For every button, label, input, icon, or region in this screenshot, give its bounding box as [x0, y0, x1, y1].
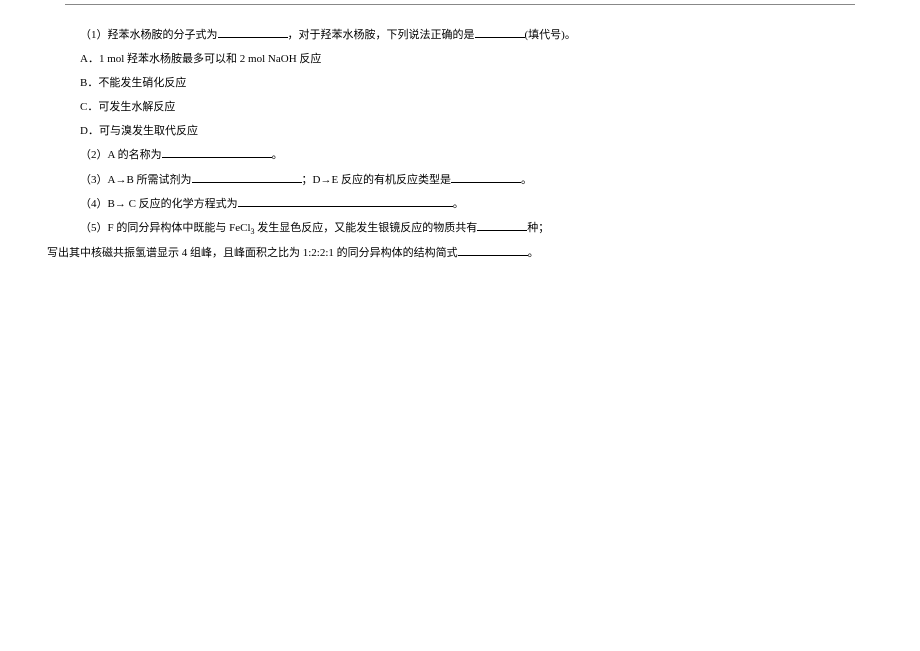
- q4-prefix: （4）B→ C 反应的化学方程式为: [80, 198, 238, 210]
- q4-suffix: 。: [453, 198, 464, 210]
- blank-count: [477, 220, 527, 231]
- q3-prefix: （3）A→B 所需试剂为: [80, 174, 192, 186]
- blank-equation: [238, 196, 453, 207]
- option-d: D．可与溴发生取代反应: [80, 120, 840, 143]
- q1-mid: ，对于羟苯水杨胺，下列说法正确的是: [288, 29, 475, 41]
- q2-suffix: 。: [272, 149, 283, 161]
- blank-answer-code: [475, 27, 525, 38]
- question-5b: 写出其中核磁共振氢谱显示 4 组峰，且峰面积之比为 1:2:2:1 的同分异构体…: [47, 242, 840, 265]
- q5-mid: 发生显色反应，又能发生银镜反应的物质共有: [255, 222, 478, 234]
- option-c: C．可发生水解反应: [80, 96, 840, 119]
- question-3: （3）A→B 所需试剂为 ；D→E 反应的有机反应类型是 。: [80, 169, 840, 192]
- q1-prefix: （1）羟苯水杨胺的分子式为: [80, 29, 218, 41]
- q5b-suffix: 。: [528, 247, 539, 259]
- q5-prefix: （5）F 的同分异构体中既能与 FeCl: [80, 222, 251, 234]
- option-a: A．1 mol 羟苯水杨胺最多可以和 2 mol NaOH 反应: [80, 48, 840, 71]
- q5b-prefix: 写出其中核磁共振氢谱显示 4 组峰，且峰面积之比为 1:2:2:1 的同分异构体…: [47, 247, 458, 259]
- question-1: （1）羟苯水杨胺的分子式为 ，对于羟苯水杨胺，下列说法正确的是 (填代号)。: [80, 24, 840, 47]
- blank-molecular-formula: [218, 27, 288, 38]
- blank-structure: [458, 245, 528, 256]
- blank-name-a: [162, 147, 272, 158]
- q2-prefix: （2）A 的名称为: [80, 149, 162, 161]
- blank-reagent: [192, 172, 302, 183]
- document-content: （1）羟苯水杨胺的分子式为 ，对于羟苯水杨胺，下列说法正确的是 (填代号)。 A．1…: [80, 24, 840, 266]
- q3-mid: ；D→E 反应的有机反应类型是: [302, 174, 451, 186]
- question-4: （4）B→ C 反应的化学方程式为 。: [80, 193, 840, 216]
- q5-suffix: 种；: [527, 222, 549, 234]
- question-5: （5）F 的同分异构体中既能与 FeCl3 发生显色反应，又能发生银镜反应的物质…: [80, 217, 840, 241]
- q3-suffix: 。: [521, 174, 532, 186]
- question-2: （2）A 的名称为 。: [80, 144, 840, 167]
- option-b: B．不能发生硝化反应: [80, 72, 840, 95]
- q1-suffix: (填代号)。: [525, 29, 576, 41]
- blank-reaction-type: [451, 172, 521, 183]
